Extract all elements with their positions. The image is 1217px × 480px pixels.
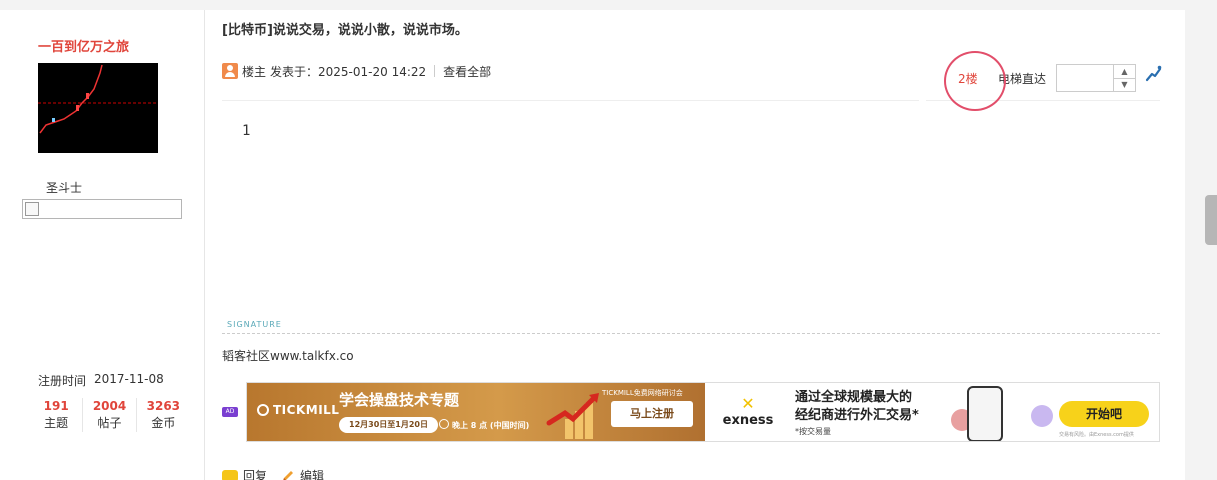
coin-icon: [1031, 405, 1053, 427]
edit-button[interactable]: 编辑: [300, 467, 324, 480]
exness-logo-icon: ✕: [741, 394, 755, 413]
tickmill-seminar: TICKMILL免费网络研讨会: [602, 389, 683, 397]
pencil-icon[interactable]: [281, 469, 295, 480]
phone-icon: [967, 386, 1003, 441]
broken-image-icon: [25, 202, 39, 216]
exness-line2: 经纪商进行外汇交易*: [795, 408, 919, 423]
exness-logo: ✕ exness: [717, 395, 779, 429]
role-label: 楼主: [242, 64, 267, 79]
post-title[interactable]: [比特币]说说交易，说说小散，说说市场。: [222, 19, 468, 38]
author-username[interactable]: 一百到亿万之旅: [38, 36, 129, 55]
stat-label: 金币: [151, 416, 176, 430]
reply-button[interactable]: 回复: [243, 467, 267, 480]
stat-num: 3263: [146, 399, 181, 413]
avatar[interactable]: [38, 63, 158, 153]
tickmill-date: 12月30日至1月20日: [339, 417, 438, 433]
stat-label: 主题: [44, 416, 69, 430]
stat-topics[interactable]: 191 主题: [30, 398, 84, 432]
reg-date: 2017-11-08: [94, 372, 164, 386]
divider: [222, 100, 919, 101]
highlight-circle: [944, 51, 1006, 111]
ad-badge: AD: [222, 407, 238, 417]
chevron-down-icon[interactable]: ▼: [1113, 78, 1135, 92]
signature-divider: [222, 333, 1160, 334]
post-actions: 回复 编辑: [222, 467, 324, 480]
tickmill-ad[interactable]: TICKMILL 学会操盘技术专题 12月30日至1月20日 晚上 8 点 (中…: [247, 383, 705, 441]
stat-num: 2004: [92, 399, 127, 413]
exness-fine-print: 交易有风险。由Exness.com提供: [1059, 432, 1134, 438]
tickmill-logo: TICKMILL: [257, 403, 339, 417]
tickmill-logo-icon: [257, 404, 269, 416]
go-floor-icon[interactable]: [1144, 64, 1162, 82]
tickmill-brand: TICKMILL: [273, 403, 340, 417]
author-badge-icon: [222, 63, 238, 79]
reg-label: 注册时间: [38, 374, 87, 388]
clock-icon: [439, 419, 449, 429]
stat-posts[interactable]: 2004 帖子: [83, 398, 137, 432]
scrollbar-thumb[interactable]: [1205, 195, 1217, 245]
reply-icon[interactable]: [222, 469, 238, 480]
chevron-up-icon[interactable]: ▲: [1113, 65, 1135, 79]
exness-headline: 通过全球规模最大的 经纪商进行外汇交易*: [795, 389, 919, 425]
signature-text[interactable]: 韬客社区www.talkfx.co: [222, 347, 354, 364]
posted-time: 发表于：2025-01-20 14:22: [270, 64, 427, 79]
exness-sub: *按交易量: [795, 427, 831, 436]
stat-coins[interactable]: 3263 金币: [137, 398, 190, 432]
tickmill-title: 学会操盘技术专题: [339, 391, 460, 409]
ad-banner[interactable]: TICKMILL 学会操盘技术专题 12月30日至1月20日 晚上 8 点 (中…: [246, 382, 1160, 442]
tickmill-time: 晚上 8 点 (中国时间): [439, 419, 529, 431]
post-content: 1: [242, 123, 251, 139]
author-stats: 191 主题 2004 帖子 3263 金币: [30, 398, 190, 432]
exness-brand: exness: [722, 413, 774, 428]
stat-label: 帖子: [97, 416, 122, 430]
exness-ad[interactable]: ✕ exness 通过全球规模最大的 经纪商进行外汇交易* *按交易量 开始吧 …: [705, 383, 1159, 441]
author-rank: 圣斗士: [46, 181, 83, 195]
stat-num: 191: [43, 399, 69, 413]
register-button[interactable]: 马上注册: [611, 401, 693, 427]
divider: [434, 65, 436, 77]
view-all-link[interactable]: 查看全部: [443, 63, 491, 80]
post-container: 一百到亿万之旅 圣斗士 注册时间 2017-11-08 191 主题 2004 …: [0, 0, 1185, 480]
exness-line1: 通过全球规模最大的: [795, 390, 913, 405]
floor-jump-input[interactable]: ▲ ▼: [1056, 64, 1136, 92]
signature-label: SIGNATURE: [227, 320, 282, 329]
tickmill-time-text: 晚上 8 点 (中国时间): [452, 421, 530, 430]
author-sidebar: 一百到亿万之旅 圣斗士 注册时间 2017-11-08 191 主题 2004 …: [0, 10, 205, 480]
post-meta: 楼主 发表于：2025-01-20 14:22 查看全部: [222, 62, 491, 80]
rank-image: [22, 199, 182, 219]
avatar-chart-image: [38, 64, 158, 134]
start-button[interactable]: 开始吧: [1059, 401, 1149, 427]
